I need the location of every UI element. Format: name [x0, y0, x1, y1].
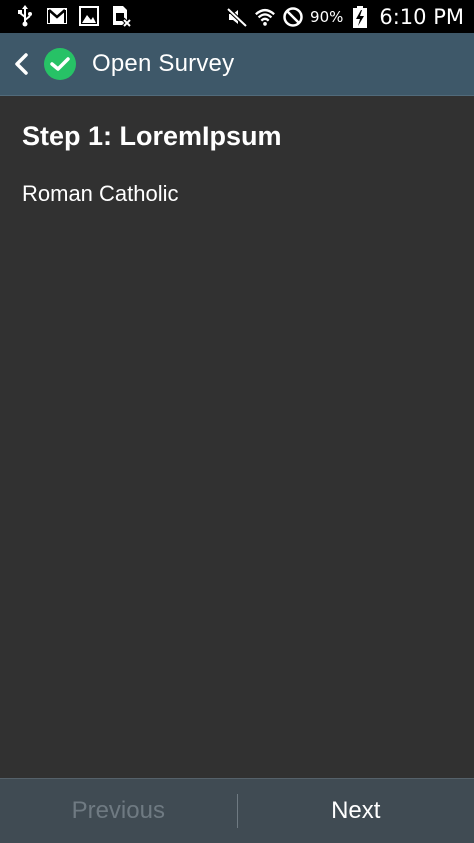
gmail-icon [46, 5, 68, 27]
app-check-icon [44, 48, 76, 80]
do-not-disturb-icon [282, 6, 304, 28]
answer-text: Roman Catholic [22, 181, 179, 207]
battery-charging-icon [349, 6, 371, 28]
back-arrow-icon[interactable] [12, 52, 30, 76]
page-title: Open Survey [92, 50, 234, 78]
action-bar: Open Survey [0, 33, 474, 96]
next-button[interactable]: Next [238, 779, 474, 843]
status-bar: 90% 6:10 PM [0, 0, 474, 33]
bottom-navigation: Previous Next [0, 778, 474, 843]
gallery-icon [78, 5, 100, 27]
notification-icons [14, 5, 132, 27]
wifi-icon [254, 6, 276, 28]
usb-icon [14, 5, 36, 27]
battery-percentage: 90% [310, 8, 343, 26]
previous-button[interactable]: Previous [0, 779, 237, 843]
clock: 6:10 PM [379, 5, 464, 29]
system-icons: 90% 6:10 PM [226, 3, 464, 31]
survey-content: Step 1: LoremIpsum Roman Catholic [0, 96, 474, 778]
step-title: Step 1: LoremIpsum [22, 121, 282, 152]
sim-blocked-icon [110, 5, 132, 27]
mute-icon [226, 6, 248, 28]
